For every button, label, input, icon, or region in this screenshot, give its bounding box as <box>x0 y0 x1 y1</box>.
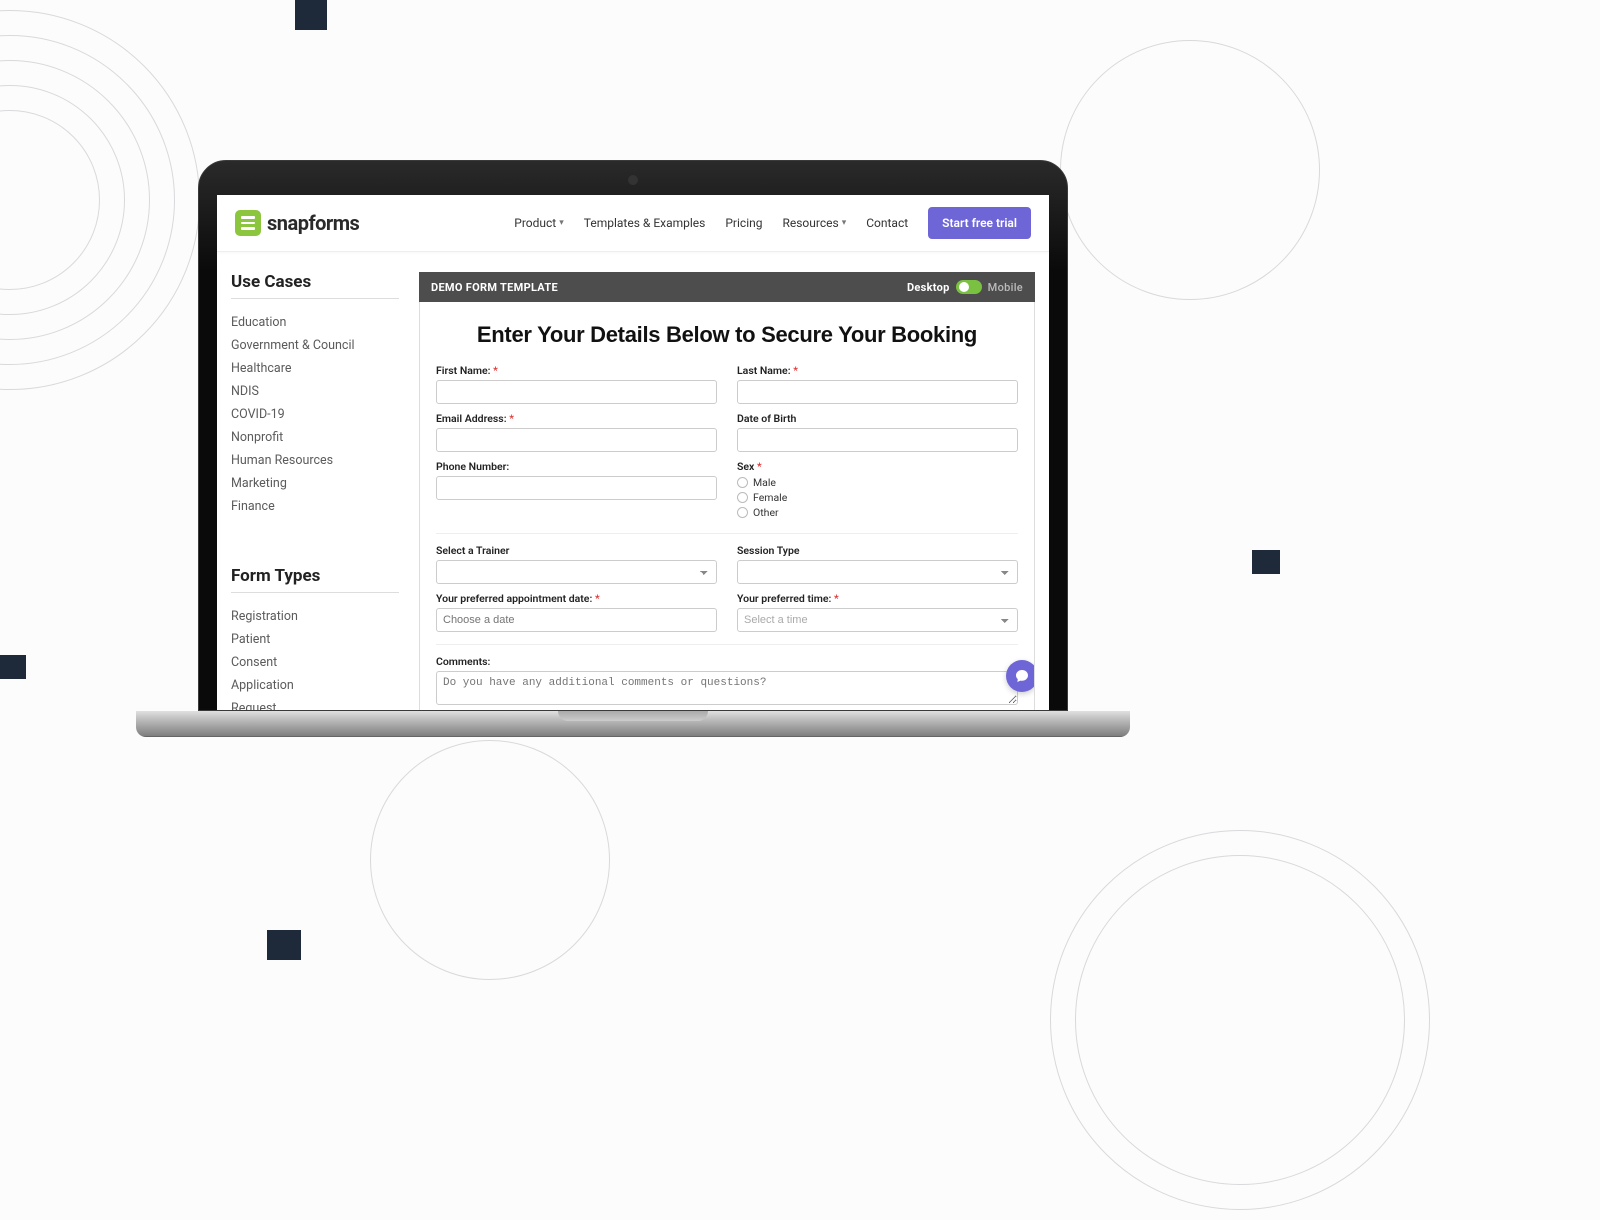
sidebar-item-government[interactable]: Government & Council <box>231 334 399 357</box>
divider <box>231 592 399 593</box>
sidebar-item-application[interactable]: Application <box>231 674 399 697</box>
nav-pricing[interactable]: Pricing <box>725 216 762 230</box>
sidebar-item-finance[interactable]: Finance <box>231 495 399 518</box>
logo-text: snapforms <box>267 211 359 235</box>
view-toggle: Desktop Mobile <box>907 280 1023 294</box>
chevron-down-icon: ▾ <box>559 218 564 228</box>
sex-male[interactable]: Male <box>737 476 1018 489</box>
chat-fab-button[interactable] <box>1006 660 1035 692</box>
sidebar-item-patient[interactable]: Patient <box>231 628 399 651</box>
decor-square <box>0 655 26 679</box>
logo-icon <box>235 210 261 236</box>
phone-input[interactable] <box>436 476 717 500</box>
comments-textarea[interactable] <box>436 671 1018 705</box>
sex-label: Sex * <box>737 460 1018 473</box>
desktop-label[interactable]: Desktop <box>907 281 950 294</box>
sex-female[interactable]: Female <box>737 491 1018 504</box>
email-input[interactable] <box>436 428 717 452</box>
logo[interactable]: snapforms <box>235 210 359 236</box>
dob-label: Date of Birth <box>737 412 1018 425</box>
nav-contact[interactable]: Contact <box>866 216 908 230</box>
phone-label: Phone Number: <box>436 460 717 473</box>
radio-icon <box>737 492 748 503</box>
toggle-switch[interactable] <box>956 280 982 294</box>
form-title: Enter Your Details Below to Secure Your … <box>436 322 1018 348</box>
nav-resources[interactable]: Resources▾ <box>782 216 846 230</box>
start-free-trial-button[interactable]: Start free trial <box>928 207 1031 239</box>
sidebar-item-request[interactable]: Request <box>231 697 399 710</box>
comments-label: Comments: <box>436 655 1018 668</box>
session-label: Session Type <box>737 544 1018 557</box>
nav-templates[interactable]: Templates & Examples <box>584 216 706 230</box>
pref-time-label: Your preferred time: * <box>737 592 1018 605</box>
last-name-label: Last Name: * <box>737 364 1018 377</box>
decor-square <box>267 930 301 960</box>
sex-radio-group: Male Female Other <box>737 476 1018 519</box>
laptop-base <box>136 711 1130 737</box>
laptop-mockup: snapforms Product▾ Templates & Examples … <box>198 160 1068 737</box>
email-label: Email Address: * <box>436 412 717 425</box>
decor-circle-bottom <box>370 740 610 980</box>
pref-date-input[interactable] <box>436 608 717 632</box>
decor-square <box>1252 550 1280 574</box>
decor-circles-left <box>0 0 210 400</box>
laptop-notch <box>558 711 708 721</box>
sidebar-item-education[interactable]: Education <box>231 311 399 334</box>
site-header: snapforms Product▾ Templates & Examples … <box>217 195 1049 252</box>
decor-square <box>295 0 327 30</box>
last-name-input[interactable] <box>737 380 1018 404</box>
sex-other[interactable]: Other <box>737 506 1018 519</box>
trainer-label: Select a Trainer <box>436 544 717 557</box>
decor-circle-topright <box>1060 40 1320 300</box>
demo-form-panel: DEMO FORM TEMPLATE Desktop Mobile Enter … <box>419 272 1035 710</box>
sidebar-item-consent[interactable]: Consent <box>231 651 399 674</box>
nav-product[interactable]: Product▾ <box>514 216 563 230</box>
chat-icon <box>1014 668 1030 684</box>
sidebar-item-healthcare[interactable]: Healthcare <box>231 357 399 380</box>
sidebar-item-ndis[interactable]: NDIS <box>231 380 399 403</box>
demo-panel-header: DEMO FORM TEMPLATE Desktop Mobile <box>419 272 1035 302</box>
first-name-label: First Name: * <box>436 364 717 377</box>
use-cases-list: Education Government & Council Healthcar… <box>231 311 399 518</box>
sidebar-heading-form-types: Form Types <box>231 566 399 586</box>
divider <box>231 298 399 299</box>
sidebar-item-covid19[interactable]: COVID-19 <box>231 403 399 426</box>
sidebar-item-marketing[interactable]: Marketing <box>231 472 399 495</box>
demo-header-label: DEMO FORM TEMPLATE <box>431 281 558 294</box>
radio-icon <box>737 477 748 488</box>
divider <box>436 533 1018 534</box>
dob-input[interactable] <box>737 428 1018 452</box>
session-select[interactable] <box>737 560 1018 584</box>
mobile-label[interactable]: Mobile <box>988 281 1023 294</box>
divider <box>436 644 1018 645</box>
primary-nav: Product▾ Templates & Examples Pricing Re… <box>514 207 1031 239</box>
sidebar: Use Cases Education Government & Council… <box>231 272 399 710</box>
sidebar-item-hr[interactable]: Human Resources <box>231 449 399 472</box>
sidebar-heading-use-cases: Use Cases <box>231 272 399 292</box>
pref-date-label: Your preferred appointment date: * <box>436 592 717 605</box>
sidebar-item-registration[interactable]: Registration <box>231 605 399 628</box>
form-types-list: Registration Patient Consent Application… <box>231 605 399 710</box>
radio-icon <box>737 507 748 518</box>
sidebar-item-nonprofit[interactable]: Nonprofit <box>231 426 399 449</box>
decor-circles-bottomright <box>1040 820 1440 1220</box>
camera-icon <box>628 175 638 185</box>
pref-time-select[interactable]: Select a time <box>737 608 1018 632</box>
trainer-select[interactable] <box>436 560 717 584</box>
chevron-down-icon: ▾ <box>842 218 847 228</box>
first-name-input[interactable] <box>436 380 717 404</box>
